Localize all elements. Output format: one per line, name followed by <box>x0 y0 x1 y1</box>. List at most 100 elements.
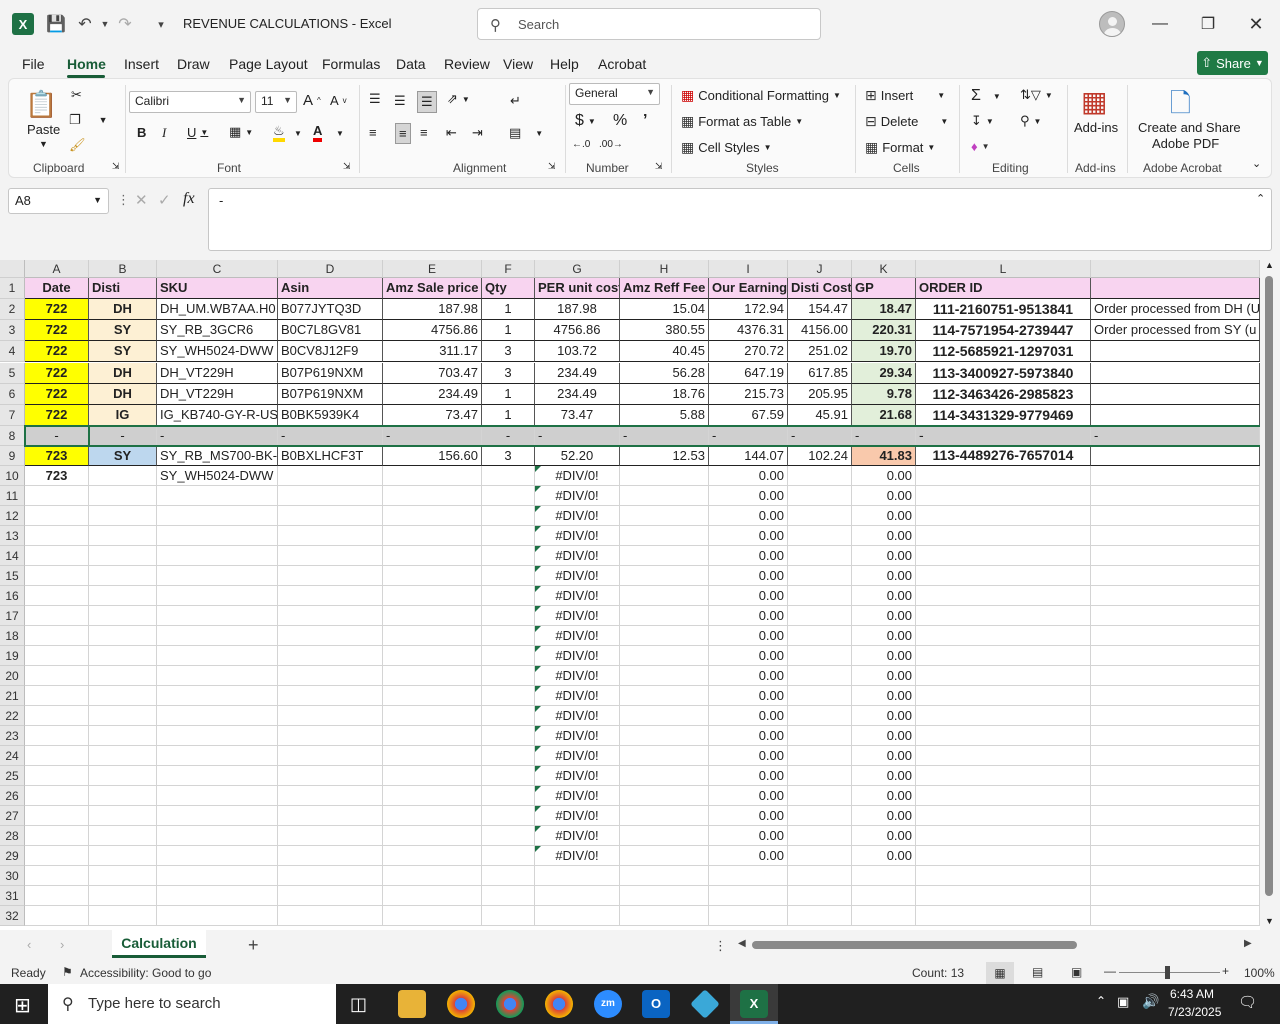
zoom-slider-thumb[interactable] <box>1165 966 1170 979</box>
zoom-in-icon[interactable]: + <box>1222 964 1229 978</box>
more-options-icon[interactable]: ⋮ <box>714 938 727 954</box>
cell-e12[interactable] <box>383 506 482 526</box>
zoom-app-icon[interactable]: zm <box>594 990 622 1018</box>
cell-j30[interactable] <box>788 866 852 886</box>
cell-c26[interactable] <box>157 786 278 806</box>
cell-l13[interactable] <box>916 526 1091 546</box>
row-header-20[interactable]: 20 <box>0 666 25 686</box>
prev-sheet-icon[interactable]: ‹ <box>27 937 31 952</box>
cell-j28[interactable] <box>788 826 852 846</box>
row-header-23[interactable]: 23 <box>0 726 25 746</box>
cell-j22[interactable] <box>788 706 852 726</box>
cell-d6[interactable]: B07P619NXM <box>278 383 383 405</box>
cell-m3[interactable]: Order processed from SY (u <box>1091 320 1260 342</box>
cell-g27[interactable]: #DIV/0! <box>535 806 620 826</box>
sheet-tab-calculation[interactable]: Calculation <box>112 930 206 958</box>
create-share-pdf-button[interactable]: Create and Share <box>1138 120 1241 135</box>
cell-c18[interactable] <box>157 626 278 646</box>
row-header-7[interactable]: 7 <box>0 405 25 426</box>
cell-k19[interactable]: 0.00 <box>852 646 916 666</box>
cell-b10[interactable] <box>89 466 157 486</box>
cell-c4[interactable]: SY_WH5024-DWW <box>157 341 278 363</box>
cell-i1[interactable]: Our Earning <box>709 278 788 299</box>
cell-e28[interactable] <box>383 826 482 846</box>
cell-i6[interactable]: 215.73 <box>709 383 788 405</box>
cell-l14[interactable] <box>916 546 1091 566</box>
cell-d9[interactable]: B0BXLHCF3T <box>278 446 383 466</box>
decrease-decimal-icon[interactable]: .00→ <box>599 139 623 150</box>
cell-i29[interactable]: 0.00 <box>709 846 788 866</box>
cell-g26[interactable]: #DIV/0! <box>535 786 620 806</box>
cell-e3[interactable]: 4756.86 <box>383 320 482 342</box>
cell-h28[interactable] <box>620 826 709 846</box>
cell-e1[interactable]: Amz Sale price <box>383 278 482 299</box>
cell-m29[interactable] <box>1091 846 1260 866</box>
row-header-19[interactable]: 19 <box>0 646 25 666</box>
align-right-icon[interactable]: ≡ <box>420 125 428 140</box>
cell-g29[interactable]: #DIV/0! <box>535 846 620 866</box>
column-header-i[interactable]: I <box>709 260 788 278</box>
row-header-6[interactable]: 6 <box>0 383 25 405</box>
redo-icon[interactable]: ↷ <box>114 13 136 35</box>
customize-toolbar-icon[interactable]: ▾ <box>150 13 172 35</box>
cell-f26[interactable] <box>482 786 535 806</box>
cell-l26[interactable] <box>916 786 1091 806</box>
cell-g3[interactable]: 4756.86 <box>535 320 620 342</box>
cell-e19[interactable] <box>383 646 482 666</box>
cell-k10[interactable]: 0.00 <box>852 466 916 486</box>
cell-d16[interactable] <box>278 586 383 606</box>
cell-a7[interactable]: 722 <box>25 405 89 426</box>
cell-f20[interactable] <box>482 666 535 686</box>
close-icon[interactable]: ✕ <box>1241 10 1271 38</box>
cell-c17[interactable] <box>157 606 278 626</box>
row-header-1[interactable]: 1 <box>0 278 25 299</box>
currency-icon[interactable]: $ ▼ <box>575 112 596 130</box>
cell-a2[interactable]: 722 <box>25 299 89 320</box>
row-header-5[interactable]: 5 <box>0 362 25 384</box>
cell-i13[interactable]: 0.00 <box>709 526 788 546</box>
taskbar-date[interactable]: 7/23/2025 <box>1168 1005 1221 1019</box>
cell-m15[interactable] <box>1091 566 1260 586</box>
cell-e27[interactable] <box>383 806 482 826</box>
cell-h5[interactable]: 56.28 <box>620 362 709 384</box>
cell-f12[interactable] <box>482 506 535 526</box>
bold-button[interactable]: B <box>137 125 146 140</box>
cell-b29[interactable] <box>89 846 157 866</box>
cell-c20[interactable] <box>157 666 278 686</box>
tab-page-layout[interactable]: Page Layout <box>229 56 308 72</box>
cell-b8[interactable]: - <box>89 426 157 446</box>
cell-a8[interactable]: - <box>25 426 89 446</box>
cell-g15[interactable]: #DIV/0! <box>535 566 620 586</box>
cell-m26[interactable] <box>1091 786 1260 806</box>
cell-f25[interactable] <box>482 766 535 786</box>
cell-l27[interactable] <box>916 806 1091 826</box>
cell-j3[interactable]: 4156.00 <box>788 320 852 342</box>
cell-l20[interactable] <box>916 666 1091 686</box>
tab-acrobat[interactable]: Acrobat <box>598 56 646 72</box>
align-top-icon[interactable]: ☰ <box>369 91 381 107</box>
row-header-2[interactable]: 2 <box>0 299 25 320</box>
cell-c32[interactable] <box>157 906 278 926</box>
cell-b2[interactable]: DH <box>89 299 157 320</box>
cell-g11[interactable]: #DIV/0! <box>535 486 620 506</box>
cell-e26[interactable] <box>383 786 482 806</box>
cell-l23[interactable] <box>916 726 1091 746</box>
cell-a15[interactable] <box>25 566 89 586</box>
cell-g7[interactable]: 73.47 <box>535 405 620 426</box>
cell-m23[interactable] <box>1091 726 1260 746</box>
tab-review[interactable]: Review <box>444 56 490 72</box>
cell-a29[interactable] <box>25 846 89 866</box>
row-header-9[interactable]: 9 <box>0 446 25 466</box>
cell-i24[interactable]: 0.00 <box>709 746 788 766</box>
scroll-left-icon[interactable]: ◀ <box>738 938 746 949</box>
cell-a20[interactable] <box>25 666 89 686</box>
paste-button[interactable]: Paste <box>27 122 60 137</box>
cell-j14[interactable] <box>788 546 852 566</box>
row-header-3[interactable]: 3 <box>0 320 25 342</box>
cell-j20[interactable] <box>788 666 852 686</box>
cell-h24[interactable] <box>620 746 709 766</box>
percent-icon[interactable]: % <box>613 112 627 130</box>
cell-b6[interactable]: DH <box>89 383 157 405</box>
cell-l1[interactable]: ORDER ID <box>916 278 1091 299</box>
cell-h2[interactable]: 15.04 <box>620 299 709 320</box>
